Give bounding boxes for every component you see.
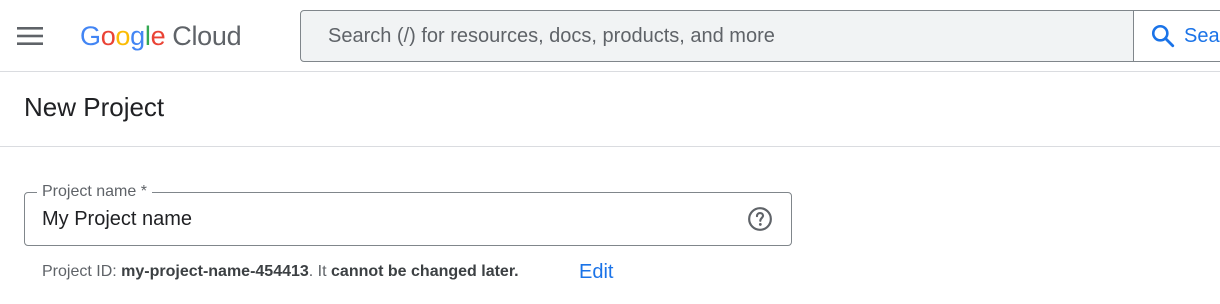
project-id-prefix: Project ID: bbox=[42, 263, 117, 280]
search-button-label: Search bbox=[1184, 24, 1220, 47]
project-id-middle: . It bbox=[308, 263, 327, 280]
main-menu-button[interactable] bbox=[10, 16, 50, 56]
hamburger-menu-icon bbox=[17, 27, 43, 45]
help-circle-icon[interactable] bbox=[747, 206, 773, 232]
top-bar: Go o g l e Cloud Search bbox=[0, 0, 1220, 72]
project-id-warning: cannot be changed later. bbox=[331, 263, 519, 280]
project-name-input[interactable] bbox=[42, 204, 732, 234]
search-bar: Search bbox=[300, 10, 1220, 62]
logo-letter-g: G bbox=[80, 20, 101, 51]
logo-letter-o2: o bbox=[115, 20, 131, 51]
title-divider bbox=[0, 146, 1220, 147]
logo-letter-o1: o bbox=[100, 20, 116, 51]
project-id-hint: Project ID: my-project-name-454413. It c… bbox=[42, 262, 519, 282]
project-name-label: Project name * bbox=[37, 181, 152, 203]
project-id-value: my-project-name-454413 bbox=[121, 263, 309, 280]
logo-product-name: Cloud bbox=[172, 20, 242, 51]
edit-project-id-link[interactable]: Edit bbox=[579, 260, 613, 284]
logo-letter-g2: g bbox=[130, 20, 145, 51]
search-button[interactable]: Search bbox=[1133, 11, 1220, 61]
logo-letter-e: e bbox=[150, 20, 166, 51]
search-input[interactable] bbox=[301, 11, 1133, 61]
search-icon bbox=[1151, 24, 1175, 48]
project-name-field: Project name * bbox=[24, 181, 792, 246]
page-title: New Project bbox=[24, 92, 165, 122]
google-cloud-logo[interactable]: Go o g l e Cloud bbox=[80, 16, 242, 56]
